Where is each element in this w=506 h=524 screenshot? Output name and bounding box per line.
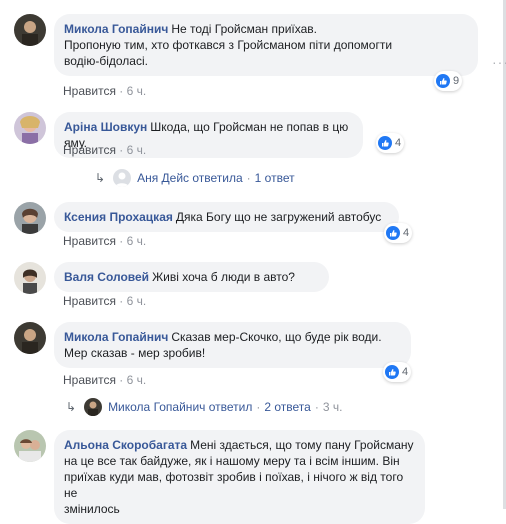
avatar-ksenia[interactable]: [14, 202, 46, 234]
avatar-arina[interactable]: [14, 112, 46, 144]
comment-actions: Нравится · 6 ч.: [63, 143, 146, 157]
comment-bubble: Ксения Прохацкая Дяка Богу що не загружен…: [54, 202, 399, 232]
like-link[interactable]: Нравится: [63, 234, 116, 248]
comment-author[interactable]: Микола Гопайнич: [64, 330, 168, 344]
thumbs-up-icon: [385, 365, 399, 379]
comment-text-line: змінилось: [64, 502, 120, 516]
comment-bubble: Альона Скоробагата Мені здається, що тому…: [54, 430, 425, 524]
comment-author[interactable]: Аріна Шовкун: [64, 120, 147, 134]
reaction-badge[interactable]: 4: [383, 362, 412, 382]
reply-count[interactable]: 1 ответ: [255, 171, 295, 185]
dot-separator: ·: [119, 143, 124, 157]
comment-bubble: Микола Гопайнич Сказав мер-Скочко, що буд…: [54, 322, 411, 368]
reaction-badge[interactable]: 4: [376, 133, 405, 153]
comment-bubble: Валя Соловей Живі хоча б люди в авто?: [54, 262, 329, 292]
comment-author[interactable]: Микола Гопайнич: [64, 22, 168, 36]
thumbs-up-icon: [436, 74, 450, 88]
comment-text-line: Живі хоча б люди в авто?: [152, 270, 295, 284]
thumbs-up-icon: [386, 226, 400, 240]
comment-author[interactable]: Ксения Прохацкая: [64, 210, 173, 224]
comment-text-line: Мені здається, що тому пану Гройсману: [190, 438, 414, 452]
comment-text-line: Не тоді Гройсман приїхав.: [171, 22, 317, 36]
avatar-alona[interactable]: [14, 430, 46, 462]
reply-author-text[interactable]: Аня Дейс ответила: [137, 171, 243, 185]
reply-count[interactable]: 2 ответа: [264, 400, 310, 414]
reaction-badge[interactable]: 4: [384, 223, 413, 243]
comment-time[interactable]: 6 ч.: [127, 84, 147, 98]
more-dots-icon[interactable]: ···: [492, 54, 506, 70]
comment-author[interactable]: Валя Соловей: [64, 270, 149, 284]
comment-actions: Нравится · 6 ч.: [63, 294, 146, 308]
reaction-badge[interactable]: 9: [434, 71, 463, 91]
comment-actions: Нравится · 6 ч.: [63, 234, 146, 248]
reply-arrow-icon: ↳: [95, 171, 106, 185]
comment-author[interactable]: Альона Скоробагата: [64, 438, 187, 452]
comment-time[interactable]: 6 ч.: [127, 294, 147, 308]
comment-actions: Нравится · 6 ч.: [63, 84, 146, 98]
reply-avatar: [113, 169, 132, 187]
like-link[interactable]: Нравится: [63, 84, 116, 98]
like-link[interactable]: Нравится: [63, 373, 116, 387]
comment-text-line: водію-бідоласі.: [64, 54, 148, 68]
comment-actions: Нравится · 6 ч.: [63, 373, 146, 387]
avatar-valya[interactable]: [14, 262, 46, 294]
comment-text-line: Мер сказав - мер зробив!: [64, 346, 206, 360]
reply-author-text[interactable]: Микола Гопайнич ответил: [108, 400, 252, 414]
avatar-mykola[interactable]: [14, 322, 46, 354]
dot-separator: ·: [119, 234, 124, 248]
reply-time[interactable]: 3 ч.: [323, 400, 343, 414]
dot-separator: ·: [119, 373, 124, 387]
comment-text-line: Сказав мер-Скочко, що буде рік води.: [171, 330, 382, 344]
replies-link[interactable]: ↳ Микола Гопайнич ответил · 2 ответа · 3…: [66, 397, 342, 417]
reaction-count: 4: [402, 366, 409, 378]
avatar-mykola[interactable]: [14, 14, 46, 46]
comment-time[interactable]: 6 ч.: [127, 373, 147, 387]
reply-avatar: [84, 398, 103, 416]
comment-time[interactable]: 6 ч.: [127, 143, 147, 157]
reaction-count: 9: [453, 75, 460, 87]
dot-separator: ·: [314, 400, 319, 414]
dot-separator: ·: [246, 171, 251, 185]
reaction-count: 4: [403, 227, 410, 239]
comment-text-line: на це все так байдуже, як і нашому меру …: [64, 454, 400, 468]
replies-link[interactable]: ↳ Аня Дейс ответила · 1 ответ: [95, 168, 295, 188]
comment-bubble: Микола Гопайнич Не тоді Гройсман приїхав.…: [54, 14, 478, 76]
dot-separator: ·: [119, 84, 124, 98]
reply-arrow-icon: ↳: [66, 400, 77, 414]
reaction-count: 4: [395, 137, 402, 149]
comment-time[interactable]: 6 ч.: [127, 234, 147, 248]
thumbs-up-icon: [378, 136, 392, 150]
like-link[interactable]: Нравится: [63, 143, 116, 157]
dot-separator: ·: [119, 294, 124, 308]
comment-text-line: приїхав куди мав, фотозвіт зробив і поїх…: [64, 470, 404, 500]
dot-separator: ·: [256, 400, 261, 414]
comment-text-line: Пропоную тим, хто фоткався з Гройсманом …: [64, 38, 393, 52]
comment-text-line: Дяка Богу що не загружений автобус: [175, 210, 382, 224]
like-link[interactable]: Нравится: [63, 294, 116, 308]
